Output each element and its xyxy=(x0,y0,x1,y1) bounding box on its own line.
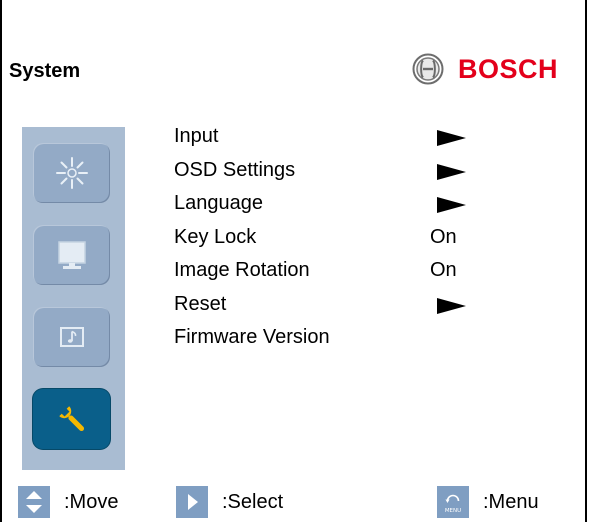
category-picture-button[interactable] xyxy=(33,143,110,203)
category-icon-bar xyxy=(22,127,125,470)
image-rotation-value: On xyxy=(430,259,457,281)
footer-menu-label: :Menu xyxy=(483,490,539,513)
menu-item-label: Image Rotation xyxy=(174,259,310,281)
brand: BOSCH xyxy=(412,52,558,86)
menu-item-input[interactable]: Input xyxy=(174,124,474,158)
osd-frame-right-border xyxy=(585,0,587,522)
menu-return-icon: MENU xyxy=(437,486,469,518)
footer-menu-hint: MENU :Menu xyxy=(437,486,539,518)
submenu-arrow-icon xyxy=(437,163,466,180)
footer-select-hint: :Select xyxy=(176,486,283,518)
menu-icon-text: MENU xyxy=(445,508,461,514)
play-right-arrow-icon xyxy=(176,486,208,518)
footer-move-hint: :Move xyxy=(18,486,118,518)
menu-item-osd-settings[interactable]: OSD Settings xyxy=(174,158,474,192)
submenu-arrow-icon xyxy=(437,197,466,213)
category-system-button[interactable] xyxy=(33,389,110,449)
up-down-arrows-icon xyxy=(18,486,50,518)
menu-item-label: Key Lock xyxy=(174,225,257,248)
menu-item-label: Language xyxy=(174,192,263,214)
brand-name: BOSCH xyxy=(458,53,559,84)
osd-frame-left-border xyxy=(0,0,2,522)
key-lock-value: On xyxy=(430,225,457,248)
category-audio-button[interactable] xyxy=(33,307,110,367)
footer-select-label: :Select xyxy=(222,490,284,513)
menu-item-label: Input xyxy=(174,125,219,147)
menu-item-key-lock[interactable]: Key Lock On xyxy=(174,225,474,259)
monitor-icon xyxy=(57,241,86,269)
menu-item-language[interactable]: Language xyxy=(174,191,474,225)
system-menu-list: Input OSD Settings Language Key Lock On … xyxy=(174,124,474,359)
submenu-arrow-icon xyxy=(437,297,466,314)
wrench-icon xyxy=(58,406,84,432)
submenu-arrow-icon xyxy=(437,130,466,146)
menu-item-label: Reset xyxy=(174,292,227,315)
menu-item-image-rotation[interactable]: Image Rotation On xyxy=(174,258,474,292)
audio-music-note-icon xyxy=(59,327,84,347)
menu-item-label: OSD Settings xyxy=(174,158,296,181)
footer-move-label: :Move xyxy=(64,490,119,513)
bosch-armature-logo-icon xyxy=(412,53,444,85)
category-display-button[interactable] xyxy=(33,225,110,285)
menu-item-reset[interactable]: Reset xyxy=(174,292,474,326)
brightness-sun-icon xyxy=(55,157,88,189)
menu-item-label: Firmware Version xyxy=(174,326,330,348)
menu-item-firmware-version[interactable]: Firmware Version xyxy=(174,325,474,359)
page-title: System xyxy=(9,60,81,82)
